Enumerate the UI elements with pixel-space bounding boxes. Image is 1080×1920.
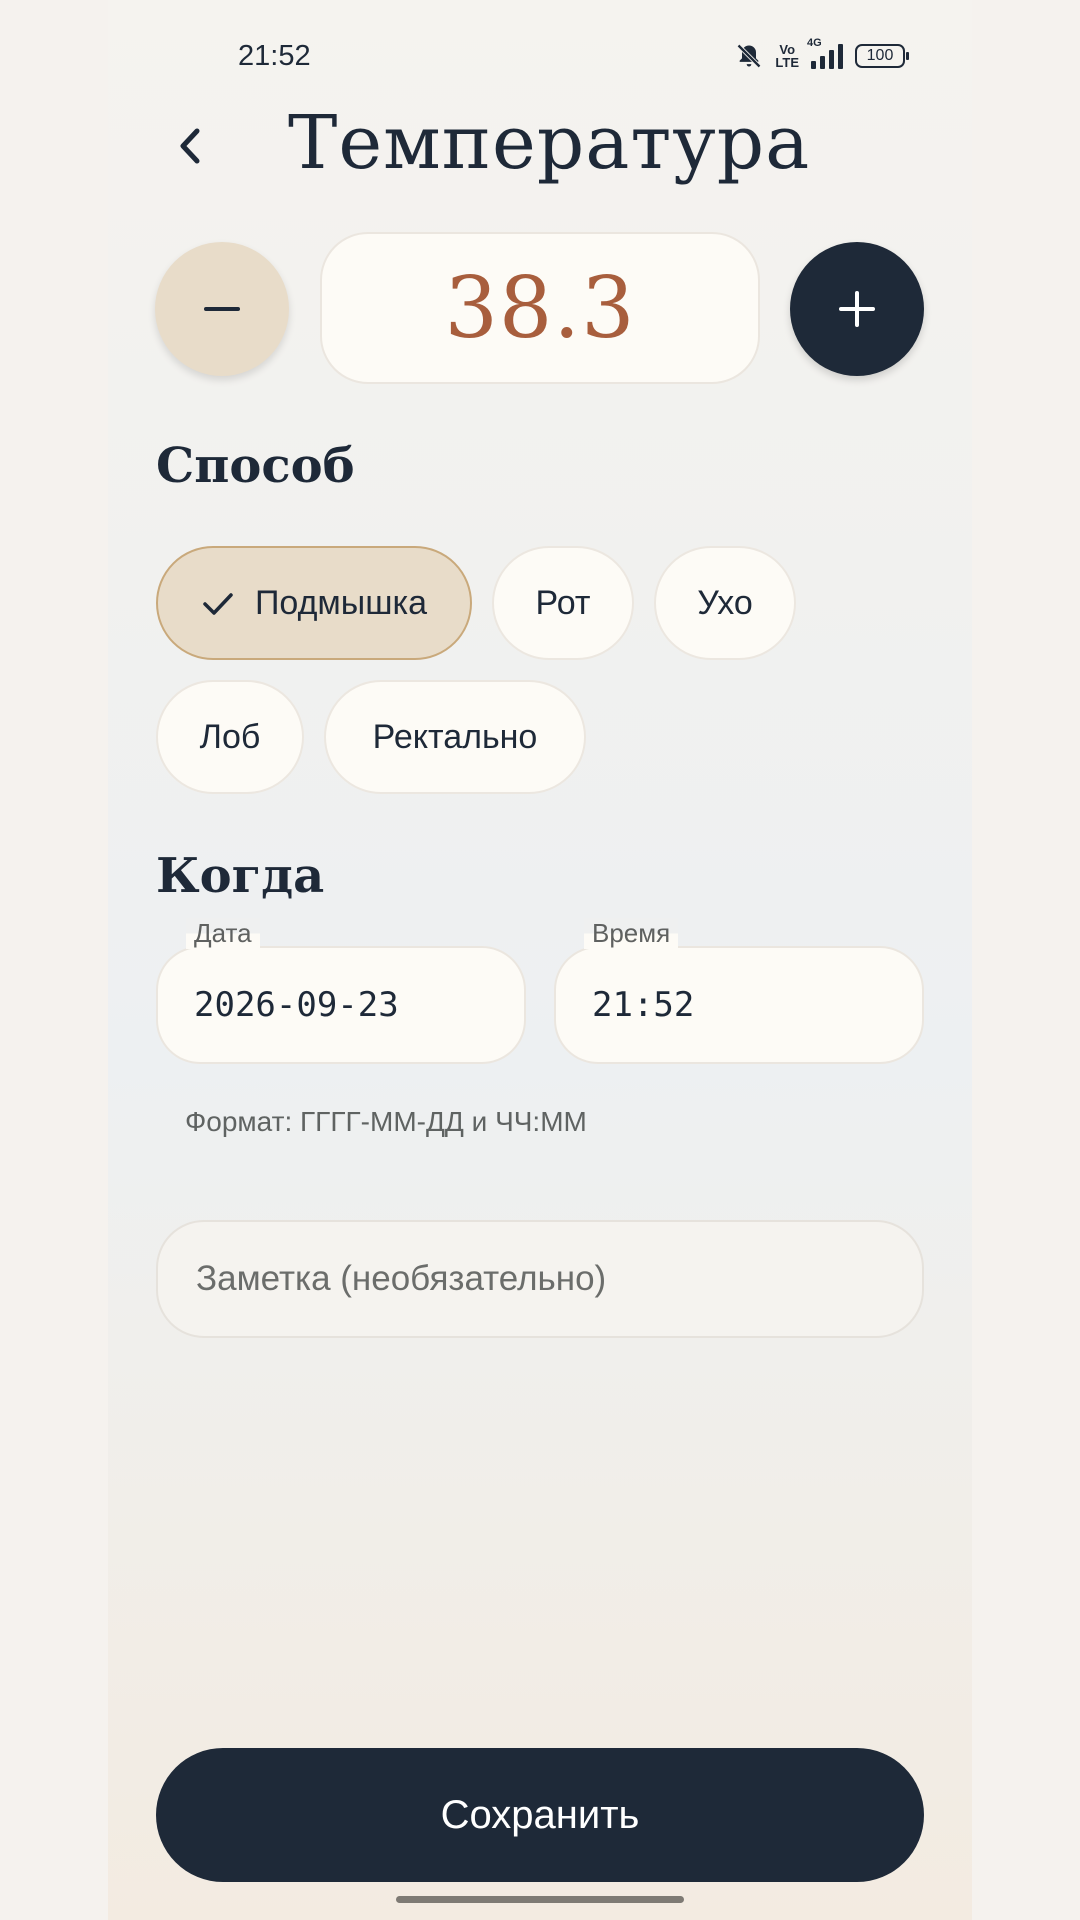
status-icons: Vo LTE 4G 100: [735, 37, 909, 70]
increment-button[interactable]: [790, 242, 924, 376]
time-value: 21:52: [592, 985, 695, 1025]
back-button[interactable]: [168, 118, 212, 174]
battery-icon: 100: [855, 44, 909, 68]
chip-label: Ухо: [697, 583, 753, 622]
time-field-label: Время: [584, 918, 679, 949]
decrement-button[interactable]: [155, 242, 289, 376]
battery-level: 100: [866, 47, 894, 64]
save-button-label: Сохранить: [440, 1792, 640, 1837]
minus-icon: [204, 307, 240, 311]
volte-bottom: LTE: [775, 55, 799, 70]
network-type: 4G: [807, 37, 822, 49]
page-title: Температура: [288, 100, 811, 186]
chip-ear[interactable]: Ухо: [654, 546, 796, 660]
save-button[interactable]: Сохранить: [156, 1748, 924, 1882]
status-bar: 21:52 Vo LTE 4G 100: [0, 0, 1080, 116]
mute-icon: [735, 42, 763, 70]
chevron-left-icon: [180, 128, 200, 164]
status-time: 21:52: [238, 40, 311, 72]
check-icon: [201, 586, 235, 620]
chip-label: Рот: [535, 583, 591, 622]
note-placeholder: Заметка (необязательно): [196, 1259, 607, 1298]
when-section-title: Когда: [156, 848, 325, 904]
date-field[interactable]: Дата 2026-09-23: [156, 918, 526, 1064]
chip-mouth[interactable]: Рот: [492, 546, 634, 660]
temperature-value-field[interactable]: 38.3: [320, 232, 760, 384]
signal-icon: 4G: [807, 37, 843, 69]
method-section-title: Способ: [156, 438, 355, 494]
chip-label: Ректально: [372, 717, 538, 756]
date-field-label: Дата: [186, 918, 260, 949]
home-indicator[interactable]: [396, 1896, 684, 1903]
volte-icon: Vo LTE: [775, 43, 799, 69]
chip-label: Лоб: [199, 717, 261, 756]
chip-armpit[interactable]: Подмышка: [156, 546, 472, 660]
chip-rectal[interactable]: Ректально: [324, 680, 586, 794]
date-value: 2026-09-23: [194, 985, 399, 1025]
chip-forehead[interactable]: Лоб: [156, 680, 304, 794]
chip-label: Подмышка: [254, 583, 428, 622]
temperature-value: 38.3: [444, 259, 636, 357]
plus-icon: [839, 291, 875, 327]
format-hint: Формат: ГГГГ-ММ-ДД и ЧЧ:ММ: [185, 1106, 587, 1137]
note-input[interactable]: Заметка (необязательно): [156, 1220, 924, 1338]
time-field[interactable]: Время 21:52: [554, 918, 924, 1064]
